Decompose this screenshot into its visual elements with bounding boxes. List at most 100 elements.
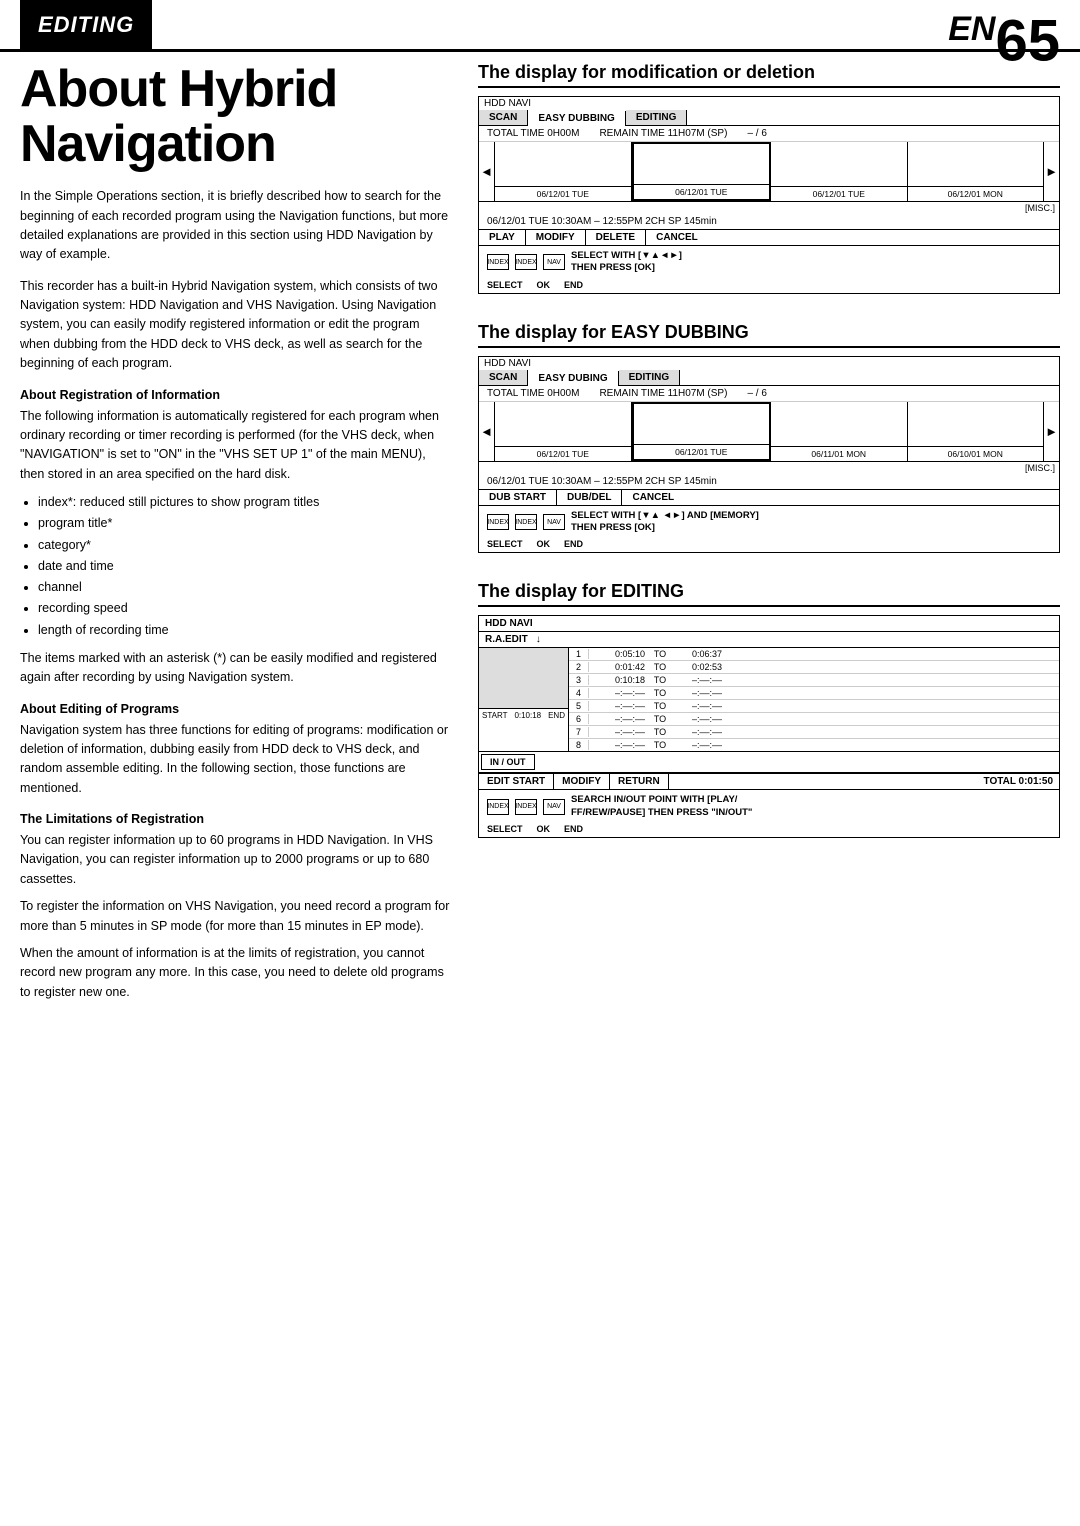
ra-row: 7 –:––:–– TO –:––:–– [569,726,1059,739]
hdd-thumb-date: 06/12/01 TUE [634,444,770,459]
hdd-misc-dub: [MISC.] [479,462,1059,474]
index2-icon-edit: INDEX [515,799,537,815]
list-item: channel [38,577,450,598]
main-title: About Hybrid Navigation [20,62,450,171]
registration-after-bullets: The items marked with an asterisk (*) ca… [20,649,450,688]
ra-row: 5 –:––:–– TO –:––:–– [569,700,1059,713]
hdd-arrow-right-mod[interactable]: ► [1043,142,1059,201]
hdd-thumb-date: 06/12/01 TUE [634,184,770,199]
hdd-arrow-right-dub[interactable]: ► [1043,402,1059,461]
controls-labels-dub: SELECT OK END [479,538,1059,552]
hdd-thumb-items-mod: 06/12/01 TUE 06/12/01 TUE 06/12/01 TUE 0… [495,142,1043,201]
section-heading-registration: About Registration of Information [20,388,450,402]
page-number: EN65 [948,0,1060,70]
nav-icon-dub: NAV [543,514,565,530]
editing-label: EDITING [20,0,152,49]
delete-button[interactable]: DELETE [586,230,646,245]
hdd-navi-mod-label: HDD NAVI [479,97,1059,110]
hdd-navi-dubbing-label: HDD NAVI [479,357,1059,370]
hdd-tab-scan-mod[interactable]: SCAN [479,110,528,125]
hdd-misc-mod: [MISC.] [479,202,1059,214]
hdd-tab-editing-mod[interactable]: EDITING [626,110,688,125]
hdd-tab-editing-dub[interactable]: EDITING [619,370,681,385]
hdd-info-mod: 06/12/01 TUE 10:30AM – 12:55PM 2CH SP 14… [479,214,1059,230]
hdd-label-editing: HDD NAVI [485,618,533,629]
list-item: length of recording time [38,620,450,641]
hdd-info-dub: 06/12/01 TUE 10:30AM – 12:55PM 2CH SP 14… [479,474,1059,490]
in-out-button[interactable]: IN / OUT [481,754,535,770]
hdd-tab-easydubbing-mod[interactable]: EASY DUBBING [528,111,626,126]
section-registration: About Registration of Information The fo… [20,388,450,688]
display-modification-section: The display for modification or deletion… [478,62,1060,294]
editing-header: HDD NAVI [479,616,1059,632]
display-editing-section: The display for EDITING HDD NAVI R.A.EDI… [478,581,1060,838]
dub-start-button[interactable]: DUB START [479,490,557,505]
modify-button-edit[interactable]: MODIFY [554,774,610,789]
intro-paragraph-2: This recorder has a built-in Hybrid Navi… [20,277,450,374]
ra-edit-buttons: EDIT START MODIFY RETURN TOTAL 0:01:50 [479,773,1059,790]
nav-icon-edit: NAV [543,799,565,815]
edit-start-button[interactable]: EDIT START [479,774,554,789]
hdd-navi-dubbing-tabs: SCAN EASY DUBING EDITING [479,370,1059,386]
hdd-total-mod: TOTAL TIME 0H00M REMAIN TIME 11H07M (SP)… [479,126,1059,142]
hdd-thumb-date: 06/11/01 MON [771,446,907,461]
hdd-navi-dubbing-box: HDD NAVI SCAN EASY DUBING EDITING TOTAL … [478,356,1060,554]
display-easy-dubbing-section: The display for EASY DUBBING HDD NAVI SC… [478,322,1060,554]
hdd-arrow-left-mod[interactable]: ◄ [479,142,495,201]
hdd-tab-easydubbing-dub[interactable]: EASY DUBING [528,371,618,386]
index2-icon-dub: INDEX [515,514,537,530]
hdd-thumb-item: 06/11/01 MON [771,402,908,461]
ra-row: 6 –:––:–– TO –:––:–– [569,713,1059,726]
display-easy-dubbing-title: The display for EASY DUBBING [478,322,1060,348]
hdd-thumb-item: 06/12/01 TUE [771,142,908,201]
right-column: The display for modification or deletion… [478,52,1060,1010]
left-column: About Hybrid Navigation In the Simple Op… [20,52,450,1010]
controls-labels-mod: SELECT OK END [479,279,1059,293]
limitations-text-0: You can register information up to 60 pr… [20,831,450,889]
hdd-thumb-item: 06/12/01 TUE [495,142,632,201]
hdd-thumb-date: 06/12/01 TUE [771,186,907,201]
index-icon-dub: INDEX [487,514,509,530]
en-prefix: EN [948,10,995,48]
section-heading-editing: About Editing of Programs [20,702,450,716]
ra-edit-preview: START 0:10:18 END [479,648,569,751]
list-item: date and time [38,556,450,577]
index2-icon: INDEX [515,254,537,270]
hdd-tab-scan-dub[interactable]: SCAN [479,370,528,385]
controls-text-edit: SEARCH IN/OUT POINT WITH [PLAY/FF/REW/PA… [571,794,752,819]
index-icon-edit: INDEX [487,799,509,815]
end-label: END [548,711,565,720]
hdd-controls-dub: INDEX INDEX NAV SELECT WITH [▼▲ ◄►] AND … [479,506,1059,539]
play-button[interactable]: PLAY [479,230,526,245]
cancel-button-dub[interactable]: CANCEL [622,490,684,505]
list-item: index*: reduced still pictures to show p… [38,492,450,513]
ra-edit-body: START 0:10:18 END 1 0:05:10 TO 0:06:37 [479,648,1059,751]
in-out-row: IN / OUT [479,751,1059,773]
display-editing-title: The display for EDITING [478,581,1060,607]
hdd-controls-mod: INDEX INDEX NAV SELECT WITH [▼▲◄►]THEN P… [479,246,1059,279]
hdd-buttons-dub: DUB START DUB/DEL CANCEL [479,490,1059,506]
controls-labels-edit: SELECT OK END [479,823,1059,837]
ra-row: 3 0:10:18 TO –:––:–– [569,674,1059,687]
hdd-thumb-date: 06/10/01 MON [908,446,1044,461]
dub-del-button[interactable]: DUB/DEL [557,490,622,505]
hdd-thumb-date: 06/12/01 TUE [495,186,631,201]
hdd-thumb-item[interactable]: 06/12/01 TUE [632,402,772,461]
cancel-button[interactable]: CANCEL [646,230,708,245]
list-item: category* [38,535,450,556]
page-body: About Hybrid Navigation In the Simple Op… [0,52,1080,1030]
return-button[interactable]: RETURN [610,774,669,789]
modify-button[interactable]: MODIFY [526,230,586,245]
hdd-thumb-items-dub: 06/12/01 TUE 06/12/01 TUE 06/11/01 MON 0… [495,402,1043,461]
hdd-thumb-date: 06/12/01 MON [908,186,1044,201]
hdd-arrow-left-dub[interactable]: ◄ [479,402,495,461]
ra-edit-label: R.A.EDIT [485,634,528,645]
hdd-thumb-item[interactable]: 06/12/01 TUE [632,142,772,201]
start-time: 0:10:18 [514,711,541,720]
hdd-controls-edit: INDEX INDEX NAV SEARCH IN/OUT POINT WITH… [479,790,1059,823]
list-item: recording speed [38,598,450,619]
section-heading-limitations: The Limitations of Registration [20,812,450,826]
total-label: TOTAL 0:01:50 [978,774,1059,789]
hdd-navi-editing-box: HDD NAVI R.A.EDIT ↓ START 0:10:18 END [478,615,1060,838]
intro-paragraph-1: In the Simple Operations section, it is … [20,187,450,265]
